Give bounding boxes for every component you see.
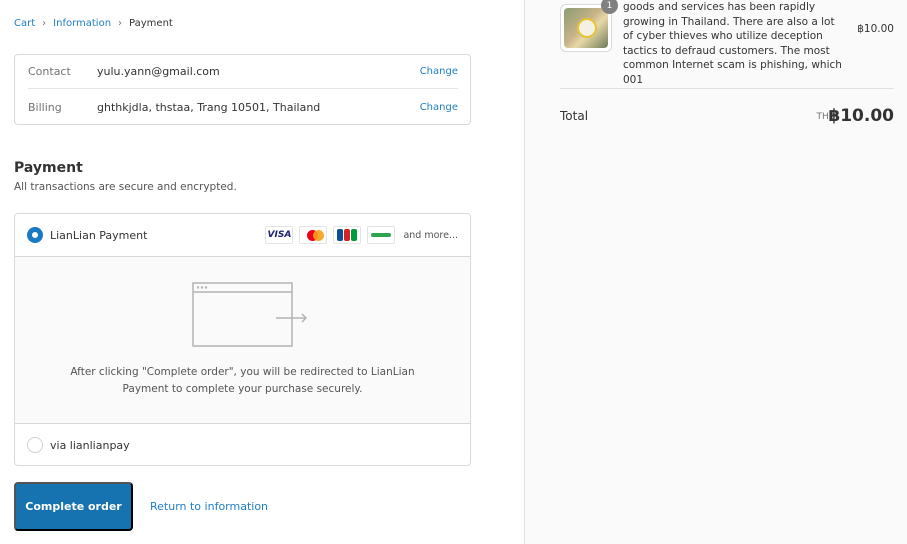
payment-option-lianlianpay-label: via lianlianpay (50, 438, 130, 452)
billing-row: Billing ghthkjdla, thstaa, Trang 10501, … (28, 90, 458, 124)
payment-methods: LianLian Payment VISA and more... After … (14, 213, 471, 466)
contact-label: Contact (28, 65, 71, 78)
change-contact-link[interactable]: Change (420, 66, 458, 77)
breadcrumb-information[interactable]: Information (53, 18, 111, 29)
summary-divider (560, 88, 894, 89)
contact-value: yulu.yann@gmail.com (97, 65, 220, 78)
return-to-information-link[interactable]: Return to information (150, 500, 268, 513)
jcb-icon (333, 226, 362, 244)
chevron-right-icon: › (118, 18, 123, 29)
redirect-text: After clicking "Complete order", you wil… (70, 366, 415, 395)
wallet-icon (367, 226, 396, 244)
order-summary: 1 goods and services has been rapidly gr… (524, 0, 907, 544)
browser-redirect-icon (192, 282, 308, 347)
billing-value: ghthkjdla, thstaa, Trang 10501, Thailand (97, 100, 321, 114)
payment-option-lianlianpay[interactable]: via lianlianpay (15, 424, 470, 465)
payment-subtitle: All transactions are secure and encrypte… (14, 181, 237, 193)
more-cards-label: and more... (403, 229, 458, 241)
product-description: goods and services has been rapidly grow… (623, 1, 842, 86)
billing-label: Billing (28, 100, 62, 114)
product-thumbnail: 1 (560, 0, 618, 52)
product-image (564, 8, 608, 48)
visa-icon: VISA (265, 226, 294, 244)
payment-title: Payment (14, 160, 83, 176)
total-label: Total (560, 109, 589, 123)
card-logos: VISA and more... (265, 226, 458, 244)
product-price: ฿10.00 (857, 23, 894, 35)
redirect-info-panel: After clicking "Complete order", you wil… (15, 257, 470, 424)
complete-order-button[interactable]: Complete order (14, 482, 133, 531)
visa-text: VISA (267, 230, 292, 240)
mastercard-icon (299, 226, 328, 244)
radio-lianlian-selected[interactable] (27, 227, 43, 243)
chevron-right-icon: › (42, 18, 47, 29)
contact-row: Contact yulu.yann@gmail.com Change (28, 55, 458, 89)
change-billing-link[interactable]: Change (420, 102, 458, 113)
payment-option-lianlian[interactable]: LianLian Payment VISA and more... (15, 214, 470, 257)
breadcrumb-payment: Payment (129, 18, 173, 29)
radio-lianlianpay[interactable] (27, 437, 43, 453)
breadcrumb-cart[interactable]: Cart (14, 18, 35, 29)
total-value: ฿10.00 (828, 106, 894, 126)
review-block: Contact yulu.yann@gmail.com Change Billi… (14, 54, 471, 125)
payment-option-lianlian-label: LianLian Payment (50, 228, 148, 242)
quantity-badge: 1 (601, 0, 618, 14)
clock-icon (577, 18, 597, 38)
breadcrumb: Cart › Information › Payment (14, 18, 173, 29)
main-panel: Cart › Information › Payment Contact yul… (0, 0, 524, 544)
